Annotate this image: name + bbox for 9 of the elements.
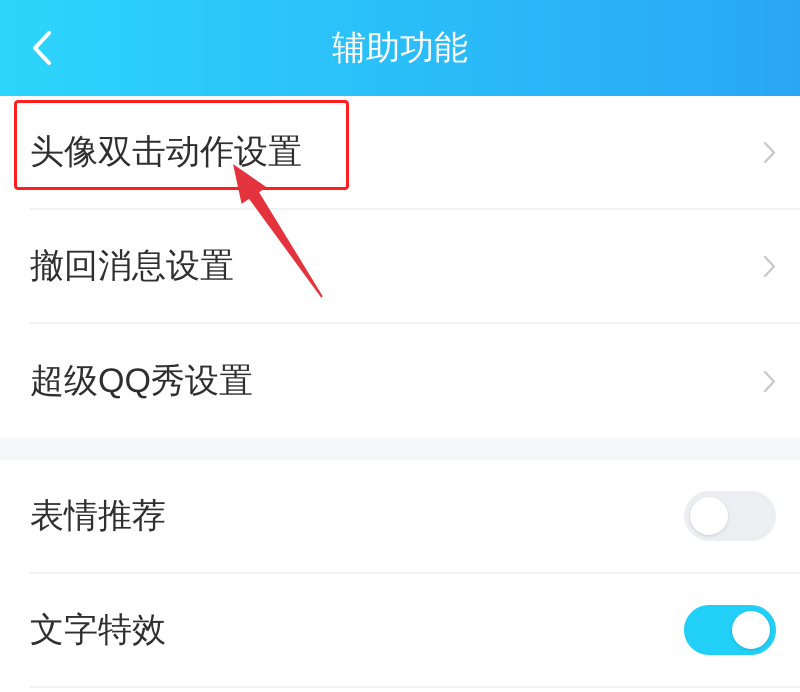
toggle-switch[interactable] [684,491,776,541]
chevron-right-icon [763,140,776,164]
setting-label: 表情推荐 [30,496,166,536]
chevron-right-icon [763,370,776,392]
back-icon [32,30,52,66]
screen-title: 辅助功能 [332,28,468,68]
chevron-right-icon [763,254,776,278]
toggle-switch[interactable] [684,605,776,655]
setting-label: 文字特效 [30,610,166,650]
